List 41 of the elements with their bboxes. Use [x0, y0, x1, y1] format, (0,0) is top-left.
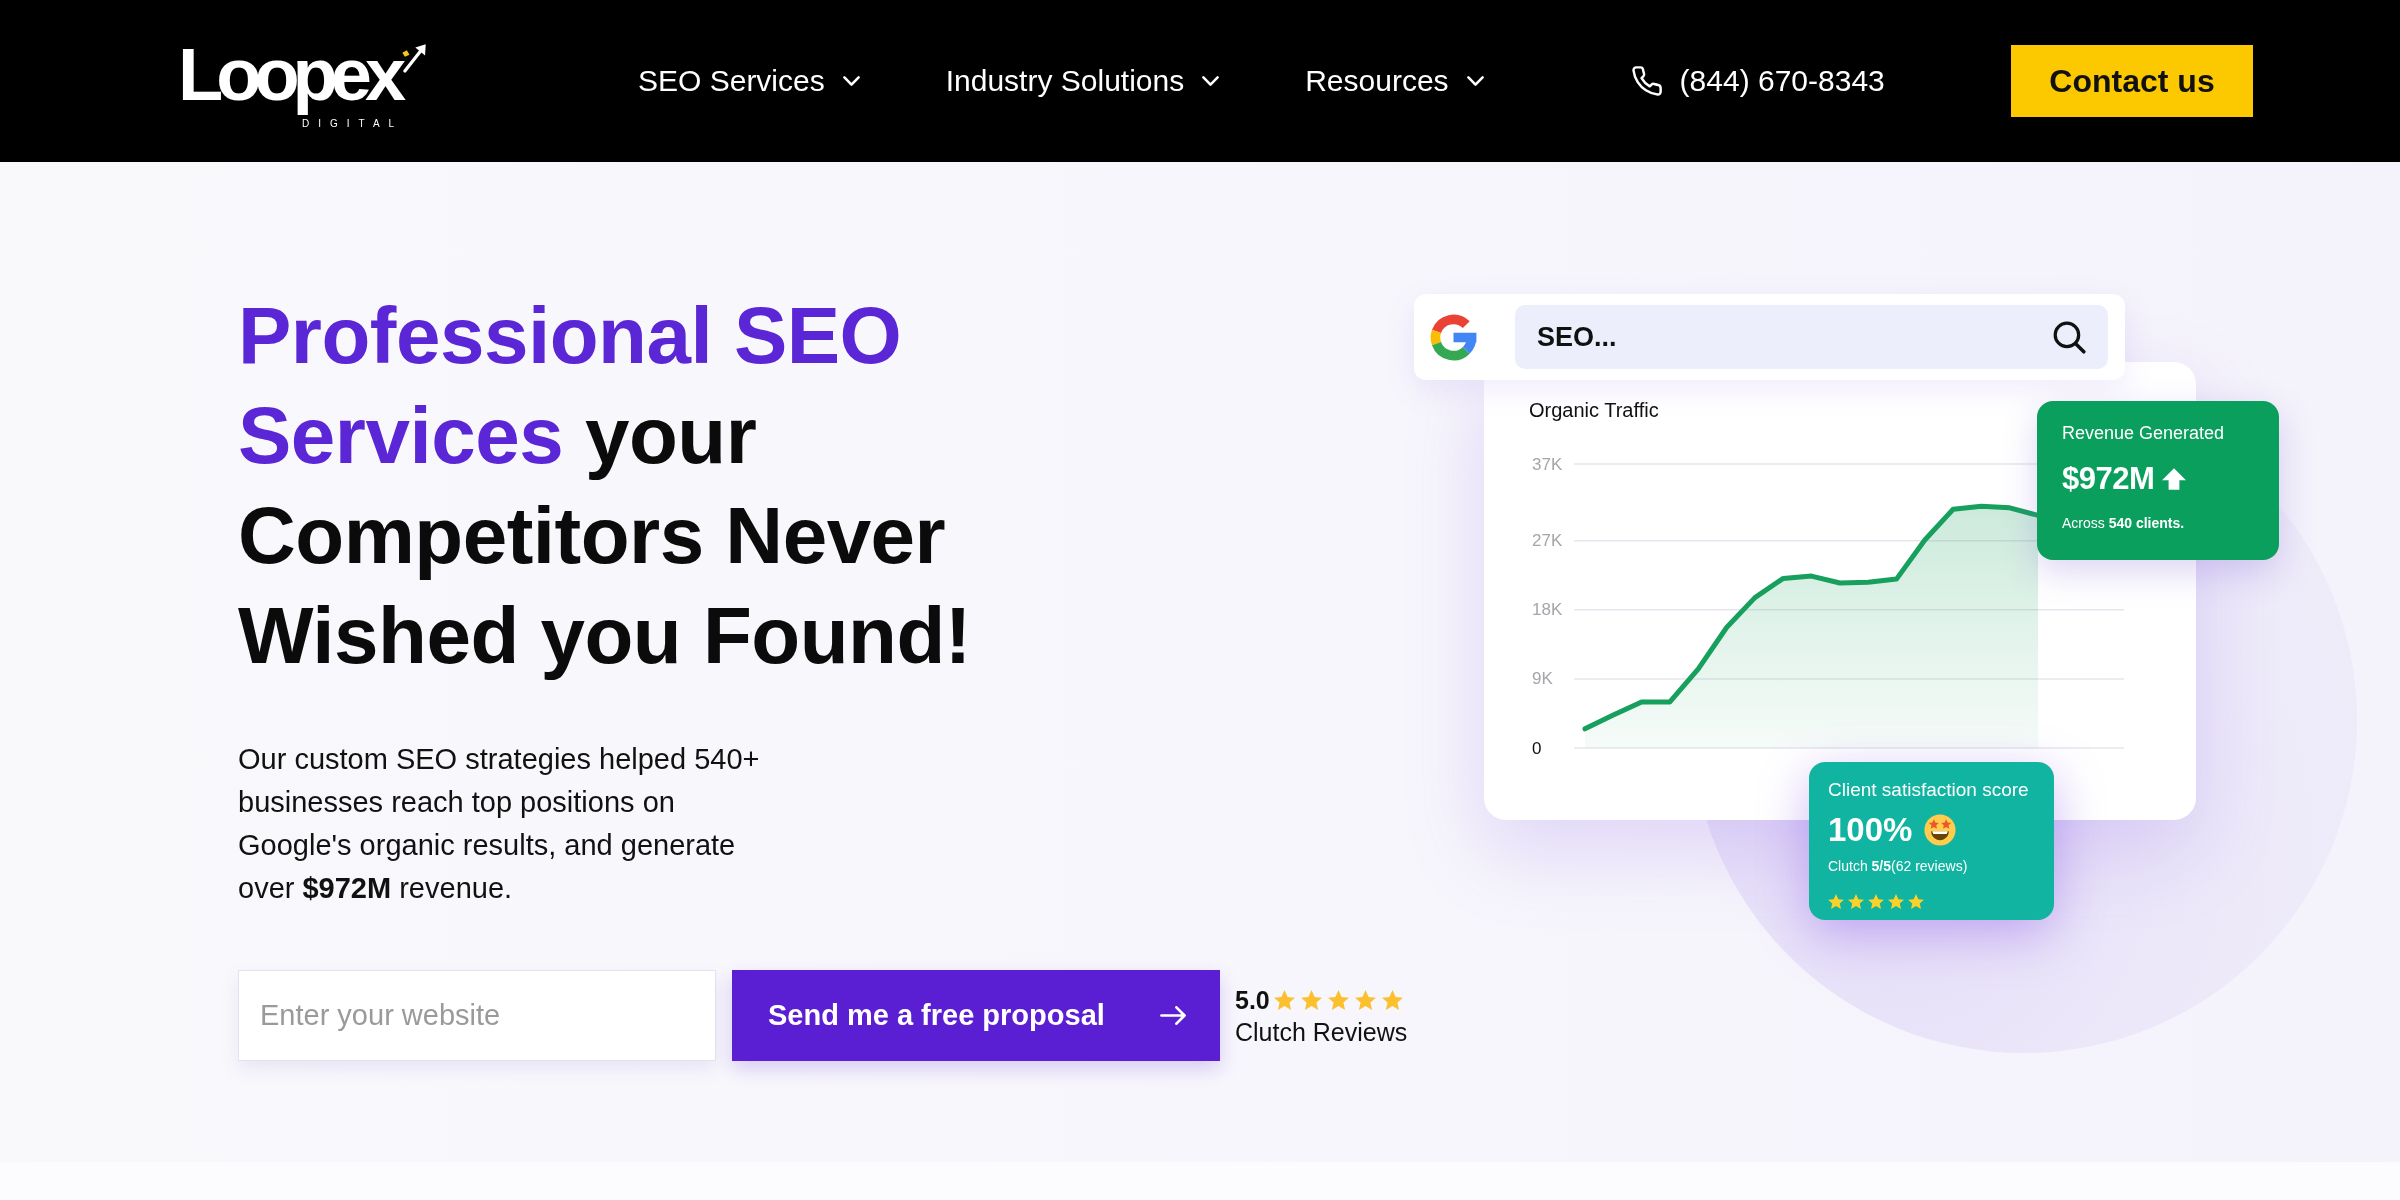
star-icon — [1868, 894, 1884, 909]
star-icon — [1300, 989, 1322, 1010]
star-icon — [1327, 989, 1349, 1010]
star-icon — [1354, 989, 1376, 1010]
satisfaction-value: 100% — [1828, 810, 1913, 850]
contact-button[interactable]: Contact us — [2011, 45, 2253, 117]
hero-description: Our custom SEO strategies helped 540+ businesses reach top positions on Google's organic results, and generate over $972M revenue. — [238, 742, 761, 906]
search-field[interactable]: SEO... — [1515, 305, 2108, 369]
search-icon — [2053, 320, 2086, 354]
rating-label: Clutch Reviews — [1235, 1017, 1408, 1046]
phone-icon — [1631, 66, 1662, 96]
revenue-title: Revenue Generated — [2062, 423, 2225, 443]
y-axis-label: 27K — [1532, 531, 1563, 551]
y-axis-label: 0 — [1532, 738, 1542, 758]
star-icon — [1273, 989, 1295, 1010]
star-eyes-face-icon — [1924, 814, 1957, 846]
arrow-right-icon — [1160, 1006, 1186, 1025]
revenue-value: $972M — [2062, 461, 2155, 497]
chart-title: Organic Traffic — [1529, 398, 1659, 422]
star-icon — [1848, 894, 1864, 909]
star-icon — [1908, 894, 1924, 909]
logo-tagline: DIGITAL — [302, 117, 404, 130]
y-axis-label: 18K — [1532, 600, 1563, 620]
nav-menu-link[interactable]: Resources — [1305, 64, 1484, 98]
revenue-note: Across 540 clients. — [2062, 514, 2185, 532]
star-icon — [1888, 894, 1904, 909]
logo-arrow-icon — [401, 42, 428, 73]
multicolor-g-icon — [1430, 313, 1477, 361]
star-icon — [1381, 989, 1403, 1010]
hero-heading: Professional SEO Services your Competitors Never Wished you Found! — [238, 290, 972, 682]
star-icon — [1828, 894, 1844, 909]
y-axis-label: 9K — [1532, 669, 1553, 689]
satisfaction-note: Clutch 5/5(62 reviews) — [1828, 857, 1968, 875]
satisfaction-title: Client satisfaction score — [1828, 778, 2029, 802]
send-proposal-button[interactable]: Send me a free proposal — [732, 970, 1220, 1061]
rating-score: 5.0 — [1235, 985, 1270, 1014]
phone-link[interactable]: (844) 670-8343 — [1631, 64, 1885, 98]
nav-menu-link[interactable]: SEO Services — [638, 64, 860, 98]
website-input[interactable]: Enter your website — [238, 970, 716, 1061]
nav-menu-link[interactable]: Industry Solutions — [945, 64, 1220, 98]
y-axis-label: 37K — [1532, 454, 1563, 474]
